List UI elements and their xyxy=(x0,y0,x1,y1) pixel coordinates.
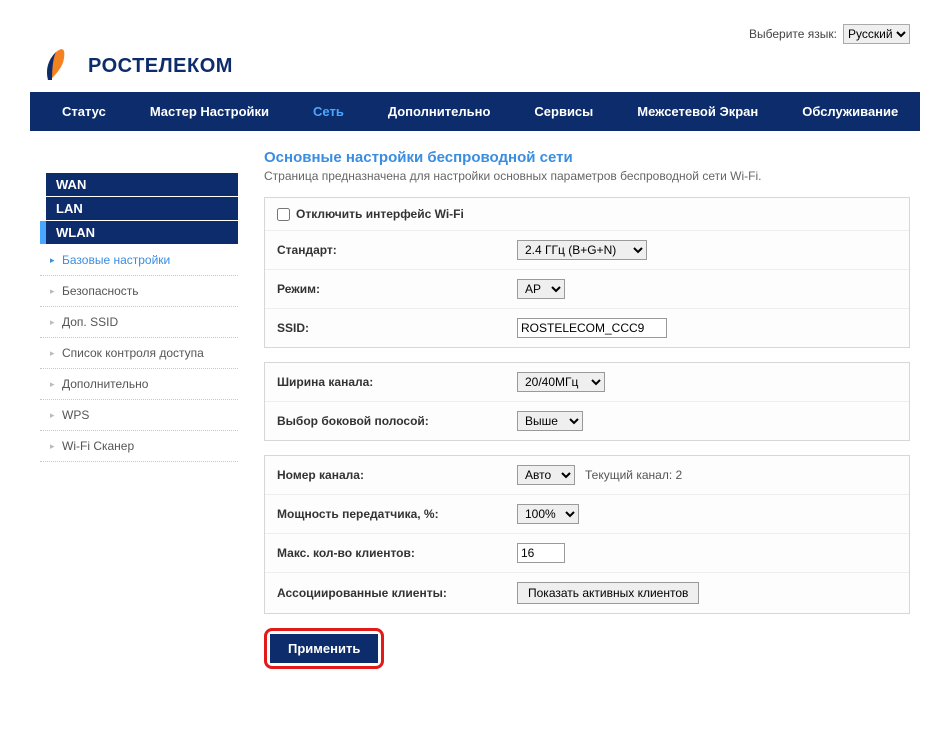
apply-highlight: Применить xyxy=(264,628,384,669)
sidebar: WAN LAN WLAN Базовые настройки Безопасно… xyxy=(40,149,238,669)
rostelecom-logo-icon xyxy=(40,46,80,86)
page-title: Основные настройки беспроводной сети xyxy=(264,149,910,166)
sidebar-item-wifiscanner[interactable]: Wi-Fi Сканер xyxy=(40,431,238,462)
sidebar-item-acl[interactable]: Список контроля доступа xyxy=(40,338,238,369)
sidebar-item-addssid[interactable]: Доп. SSID xyxy=(40,307,238,338)
power-label: Мощность передатчика, %: xyxy=(277,507,517,521)
sidebar-item-wps[interactable]: WPS xyxy=(40,400,238,431)
sidebar-section-lan[interactable]: LAN xyxy=(40,197,238,220)
sidebar-section-wlan[interactable]: WLAN xyxy=(40,221,238,244)
width-select[interactable]: 20/40МГц xyxy=(517,372,605,392)
standard-label: Стандарт: xyxy=(277,243,517,257)
nav-status[interactable]: Статус xyxy=(40,92,128,131)
panel-basic: Отключить интерфейс Wi-Fi Стандарт: 2.4 … xyxy=(264,197,910,348)
maxclients-label: Макс. кол-во клиентов: xyxy=(277,546,517,560)
mode-select[interactable]: AP xyxy=(517,279,565,299)
power-select[interactable]: 100% xyxy=(517,504,579,524)
sidebar-section-wan[interactable]: WAN xyxy=(40,173,238,196)
sideband-select[interactable]: Выше xyxy=(517,411,583,431)
ssid-label: SSID: xyxy=(277,321,517,335)
language-select[interactable]: Русский xyxy=(843,24,910,44)
width-label: Ширина канала: xyxy=(277,375,517,389)
assoc-label: Ассоциированные клиенты: xyxy=(277,586,517,600)
main-nav: Статус Мастер Настройки Сеть Дополнитель… xyxy=(30,92,920,131)
disable-wifi-checkbox[interactable] xyxy=(277,208,290,221)
sidebar-item-basic[interactable]: Базовые настройки xyxy=(40,245,238,276)
channel-select[interactable]: Авто xyxy=(517,465,575,485)
maxclients-input[interactable] xyxy=(517,543,565,563)
brand-text: РОСТЕЛЕКОМ xyxy=(88,55,233,78)
standard-select[interactable]: 2.4 ГГц (B+G+N) xyxy=(517,240,647,260)
sideband-label: Выбор боковой полосой: xyxy=(277,414,517,428)
panel-channel-width: Ширина канала: 20/40МГц Выбор боковой по… xyxy=(264,362,910,441)
page-desc: Страница предназначена для настройки осн… xyxy=(264,169,910,183)
main-content: Основные настройки беспроводной сети Стр… xyxy=(264,149,910,669)
mode-label: Режим: xyxy=(277,282,517,296)
show-clients-button[interactable]: Показать активных клиентов xyxy=(517,582,699,604)
nav-services[interactable]: Сервисы xyxy=(512,92,615,131)
apply-button[interactable]: Применить xyxy=(270,634,378,663)
language-label: Выберите язык: xyxy=(749,27,837,41)
channel-label: Номер канала: xyxy=(277,468,517,482)
current-channel-note: Текущий канал: 2 xyxy=(585,468,682,482)
sidebar-item-security[interactable]: Безопасность xyxy=(40,276,238,307)
nav-network[interactable]: Сеть xyxy=(291,92,366,131)
nav-advanced[interactable]: Дополнительно xyxy=(366,92,513,131)
disable-wifi-label: Отключить интерфейс Wi-Fi xyxy=(296,207,464,221)
nav-maintenance[interactable]: Обслуживание xyxy=(780,92,920,131)
nav-wizard[interactable]: Мастер Настройки xyxy=(128,92,291,131)
sidebar-item-advanced[interactable]: Дополнительно xyxy=(40,369,238,400)
ssid-input[interactable] xyxy=(517,318,667,338)
panel-channel: Номер канала: Авто Текущий канал: 2 Мощн… xyxy=(264,455,910,614)
logo: РОСТЕЛЕКОМ xyxy=(30,46,920,92)
nav-firewall[interactable]: Межсетевой Экран xyxy=(615,92,780,131)
